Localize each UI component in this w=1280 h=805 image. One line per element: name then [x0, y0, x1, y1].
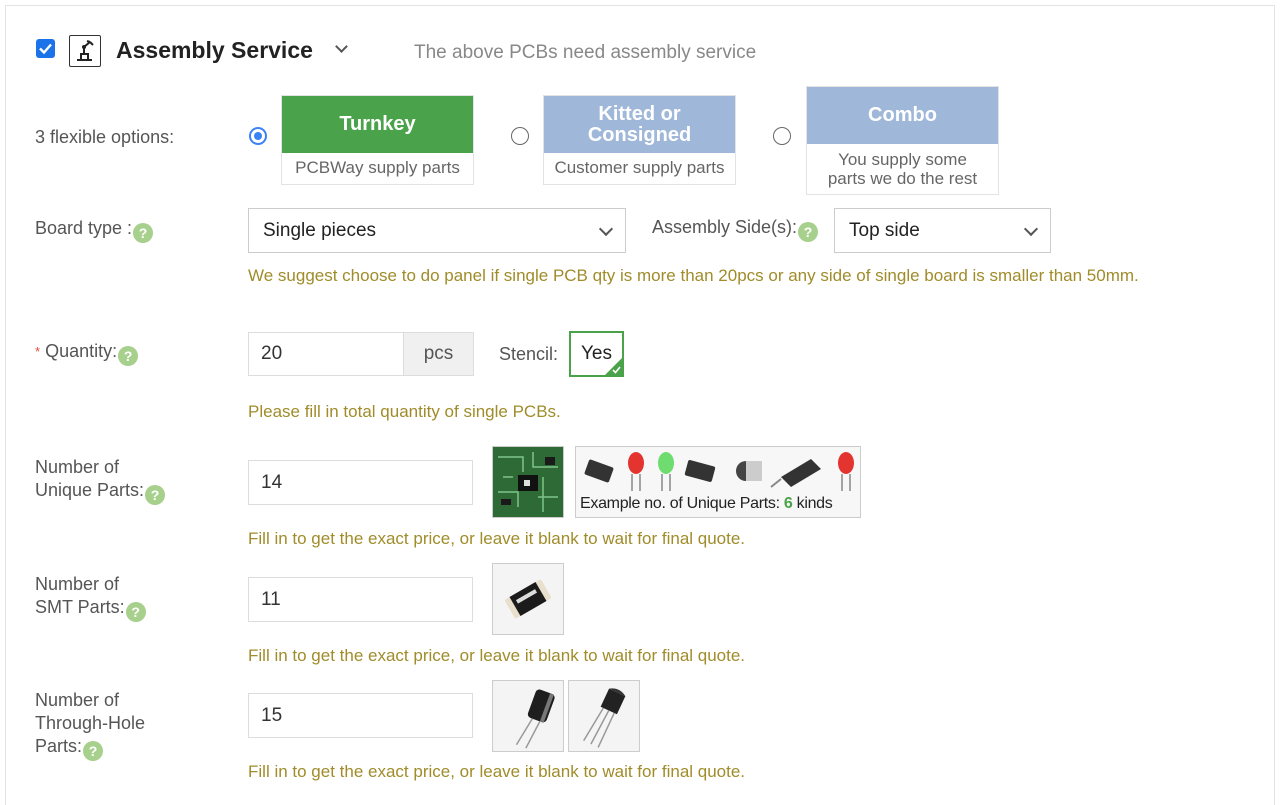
quantity-unit-text: pcs [423, 343, 454, 364]
unique-parts-label-line2: Unique Parts: [35, 480, 145, 500]
smt-parts-hint: Fill in to get the exact price, or leave… [248, 646, 746, 665]
help-icon[interactable]: ? [125, 602, 146, 622]
board-type-hint: We suggest choose to do panel if single … [248, 266, 1139, 285]
option-kitted[interactable]: Kitted or Consigned Customer supply part… [543, 95, 736, 185]
unique-parts-label: Number of Unique Parts:? [35, 456, 166, 505]
transistor-image [568, 680, 640, 752]
option-combo[interactable]: Combo You supply some parts we do the re… [806, 86, 999, 195]
example-caption-suffix: kinds [792, 495, 833, 512]
unique-parts-hint: Fill in to get the exact price, or leave… [248, 529, 746, 548]
option-turnkey[interactable]: Turnkey PCBWay supply parts [281, 95, 474, 185]
smt-resistor-image [492, 563, 564, 635]
assembly-service-checkbox[interactable] [36, 39, 55, 58]
radio-kitted[interactable] [511, 127, 529, 145]
assembly-side-value: Top side [849, 219, 920, 241]
option-combo-title: Combo [807, 87, 998, 144]
radio-combo[interactable] [773, 127, 791, 145]
unique-parts-value: 14 [261, 471, 283, 493]
required-mark: * [35, 344, 41, 359]
help-icon[interactable]: ? [83, 741, 104, 761]
through-hole-parts-label: Number of Through-Hole Parts:? [35, 689, 145, 761]
option-kitted-subtitle: Customer supply parts [554, 158, 725, 177]
help-icon[interactable]: ? [118, 346, 139, 366]
unique-parts-input[interactable]: 14 [248, 460, 473, 505]
assembly-machine-icon [69, 35, 101, 67]
quantity-label: * Quantity:? [35, 340, 139, 366]
board-type-select[interactable]: Single pieces [248, 208, 626, 253]
option-turnkey-subtitle: PCBWay supply parts [295, 158, 460, 177]
help-icon[interactable]: ? [145, 485, 166, 505]
through-hole-parts-value: 15 [261, 704, 283, 726]
through-hole-parts-hint: Fill in to get the exact price, or leave… [248, 762, 746, 781]
quantity-unit: pcs [403, 332, 474, 376]
help-icon[interactable]: ? [798, 222, 819, 242]
options-label: 3 flexible options: [35, 127, 175, 147]
help-icon[interactable]: ? [133, 223, 154, 243]
checkmark-icon [39, 43, 52, 55]
assembly-service-description: The above PCBs need assembly service [414, 42, 757, 63]
quantity-hint: Please fill in total quantity of single … [248, 402, 561, 421]
assembly-service-title: Assembly Service [116, 37, 313, 63]
through-hole-label-line2: Through-Hole [35, 713, 146, 733]
unique-parts-example-caption: Example no. of Unique Parts: 6 kinds [580, 495, 833, 513]
option-combo-subtitle: You supply some parts we do the rest [827, 150, 978, 188]
smt-parts-input[interactable]: 11 [248, 577, 473, 622]
assembly-side-select[interactable]: Top side [834, 208, 1051, 253]
chevron-down-icon [598, 221, 614, 236]
capacitor-image [492, 680, 564, 752]
unique-parts-label-line1: Number of [35, 457, 120, 477]
through-hole-label-line1: Number of [35, 690, 120, 710]
assembly-side-label: Assembly Side(s):? [652, 216, 819, 242]
quantity-value: 20 [261, 343, 283, 364]
quantity-input[interactable]: 20 [248, 332, 404, 376]
unique-parts-example-image: Example no. of Unique Parts: 6 kinds [575, 446, 861, 518]
smt-parts-value: 11 [261, 588, 281, 610]
board-type-label-text: Board type : [35, 218, 133, 238]
example-caption-prefix: Example no. of Unique Parts: [580, 495, 784, 512]
radio-turnkey[interactable] [249, 127, 267, 145]
board-type-value: Single pieces [263, 219, 377, 241]
board-type-label: Board type :? [35, 217, 154, 243]
option-turnkey-title: Turnkey [282, 96, 473, 153]
pcb-board-image [492, 446, 564, 518]
assembly-side-label-text: Assembly Side(s): [652, 217, 798, 237]
smt-parts-label-line2: SMT Parts: [35, 597, 125, 617]
through-hole-parts-input[interactable]: 15 [248, 693, 473, 738]
option-kitted-title: Kitted or Consigned [544, 96, 735, 153]
quantity-label-text: Quantity: [45, 341, 118, 361]
chevron-down-icon [1023, 221, 1039, 236]
stencil-yes-option[interactable]: Yes [569, 331, 624, 377]
check-icon [612, 366, 621, 374]
stencil-label: Stencil: [499, 344, 559, 364]
smt-parts-label: Number of SMT Parts:? [35, 573, 146, 622]
smt-parts-label-line1: Number of [35, 574, 120, 594]
through-hole-label-line3: Parts: [35, 736, 83, 756]
